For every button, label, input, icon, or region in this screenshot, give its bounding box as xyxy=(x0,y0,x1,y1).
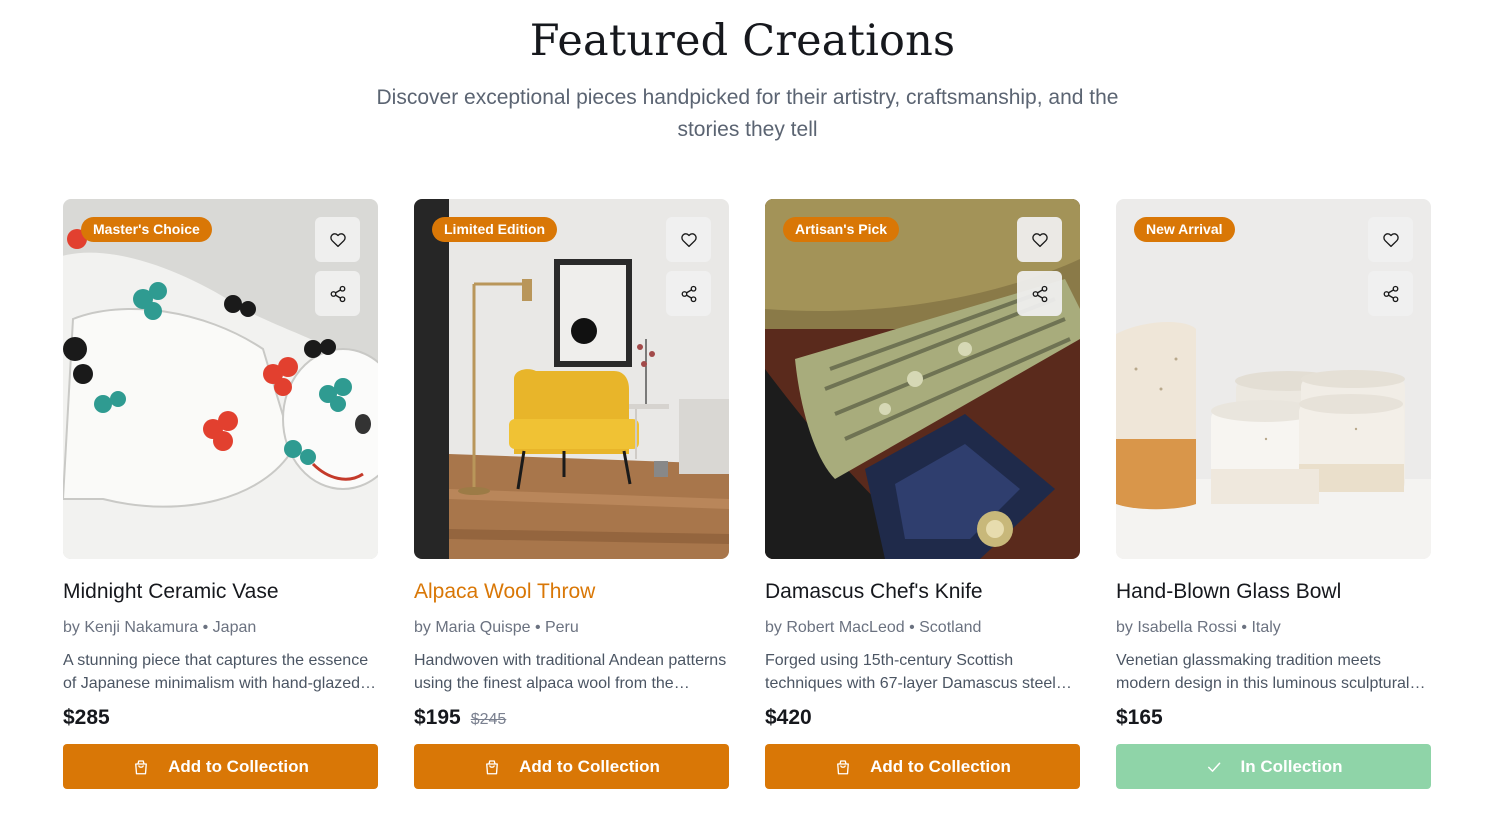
check-icon xyxy=(1207,762,1220,772)
product-title[interactable]: Alpaca Wool Throw xyxy=(414,580,595,604)
section-subtitle: Discover exceptional pieces handpicked f… xyxy=(376,86,1119,141)
section-title: Featured Creations xyxy=(529,16,956,66)
heart-icon xyxy=(1382,232,1399,247)
add-to-collection-button[interactable]: Add to Collection xyxy=(765,744,1080,789)
product-title[interactable]: Midnight Ceramic Vase xyxy=(63,580,279,604)
price-row: $195 $245 xyxy=(414,706,506,730)
product-description: Venetian glassmaking tradition meets mod… xyxy=(1116,652,1410,692)
shopping-bag-icon xyxy=(486,759,499,774)
price-row: $420 xyxy=(765,706,812,730)
badge-artisans-pick: Artisan's Pick xyxy=(783,217,900,242)
badge-limited-edition: Limited Edition xyxy=(432,217,558,242)
in-collection-button[interactable]: In Collection xyxy=(1116,744,1431,789)
button-label: Add to Collection xyxy=(870,756,1011,776)
shopping-bag-icon xyxy=(135,759,148,774)
share-icon xyxy=(681,285,696,302)
heart-icon xyxy=(1031,232,1048,247)
heart-icon xyxy=(680,232,697,247)
button-label: In Collection xyxy=(1240,756,1343,776)
product-description: Handwoven with traditional Andean patter… xyxy=(414,652,727,692)
share-button[interactable] xyxy=(315,271,360,316)
favorite-button[interactable] xyxy=(666,217,711,262)
product-artist: by Maria Quispe • Peru xyxy=(414,619,579,636)
share-icon xyxy=(330,285,345,302)
product-artist: by Kenji Nakamura • Japan xyxy=(63,619,257,636)
share-button[interactable] xyxy=(1017,271,1062,316)
share-icon xyxy=(1383,285,1398,302)
favorite-button[interactable] xyxy=(1017,217,1062,262)
badge-masters-choice: Master's Choice xyxy=(81,217,212,242)
button-label: Add to Collection xyxy=(168,756,309,776)
price-row: $165 xyxy=(1116,706,1163,730)
product-image[interactable]: New Arrival xyxy=(1116,199,1431,559)
favorite-button[interactable] xyxy=(315,217,360,262)
heart-icon xyxy=(329,232,346,247)
product-description: A stunning piece that captures the essen… xyxy=(63,652,369,692)
product-card[interactable]: Artisan's Pick Damascus Chef's Knife by … xyxy=(765,199,1080,791)
product-description: Forged using 15th-century Scottish techn… xyxy=(765,652,1056,692)
product-artist: by Isabella Rossi • Italy xyxy=(1116,619,1281,636)
product-image[interactable]: Artisan's Pick xyxy=(765,199,1080,559)
product-price: $195 xyxy=(414,706,461,729)
product-title[interactable]: Hand-Blown Glass Bowl xyxy=(1116,580,1341,604)
product-price: $165 xyxy=(1116,706,1163,729)
button-label: Add to Collection xyxy=(519,756,660,776)
shopping-bag-icon xyxy=(837,759,850,774)
product-card[interactable]: Master's Choice Midnight Ceramic Vase by… xyxy=(63,199,378,791)
product-card[interactable]: New Arrival Hand-Blown Glass Bowl by Isa… xyxy=(1116,199,1431,791)
share-button[interactable] xyxy=(666,271,711,316)
share-button[interactable] xyxy=(1368,271,1413,316)
product-price: $420 xyxy=(765,706,812,729)
product-image[interactable]: Master's Choice xyxy=(63,199,378,559)
product-card[interactable]: Limited Edition Alpaca Wool Throw by Mar… xyxy=(414,199,729,791)
product-artist: by Robert MacLeod • Scotland xyxy=(765,619,982,636)
share-icon xyxy=(1032,285,1047,302)
badge-new-arrival: New Arrival xyxy=(1134,217,1235,242)
product-title[interactable]: Damascus Chef's Knife xyxy=(765,580,983,604)
price-row: $285 xyxy=(63,706,110,730)
favorite-button[interactable] xyxy=(1368,217,1413,262)
add-to-collection-button[interactable]: Add to Collection xyxy=(63,744,378,789)
add-to-collection-button[interactable]: Add to Collection xyxy=(414,744,729,789)
product-image[interactable]: Limited Edition xyxy=(414,199,729,559)
original-price: $245 xyxy=(470,711,507,728)
featured-section: Featured Creations Discover exceptional … xyxy=(0,0,1485,828)
product-price: $285 xyxy=(63,706,110,729)
